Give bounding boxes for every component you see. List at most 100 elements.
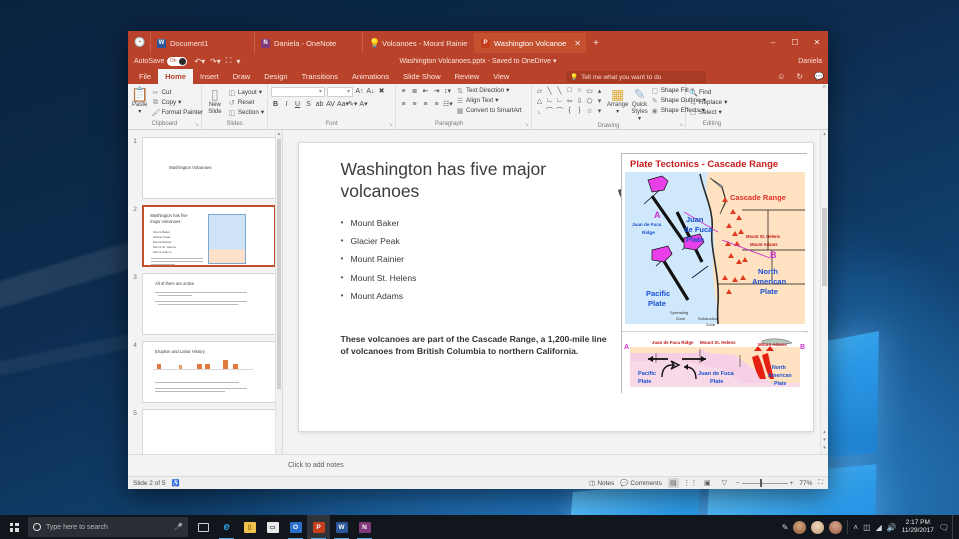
- list-item[interactable]: Mount St. Helens: [341, 274, 611, 283]
- shadow-icon[interactable]: S: [304, 100, 313, 110]
- taskbar-app-onenote[interactable]: N: [353, 515, 376, 539]
- thumbnail-slide-3[interactable]: 3 All of them are active: [128, 270, 282, 338]
- avatar[interactable]: [829, 521, 842, 534]
- underline-icon[interactable]: U: [293, 100, 302, 110]
- bold-icon[interactable]: B: [271, 100, 280, 110]
- action-center-icon[interactable]: 🗨: [939, 523, 949, 532]
- ribbon-tab-file[interactable]: File: [132, 69, 158, 84]
- shape-icon[interactable]: ╲: [557, 87, 561, 95]
- cut-button[interactable]: ✂ Cut: [151, 88, 203, 97]
- fit-slide-icon[interactable]: ⛶: [818, 479, 823, 487]
- columns-icon[interactable]: ☷▾: [443, 100, 452, 110]
- shape-icon[interactable]: ∟: [546, 97, 553, 104]
- zoom-track[interactable]: [742, 483, 788, 484]
- align-text-button[interactable]: ☰ Align Text ▾: [456, 96, 522, 105]
- list-item[interactable]: Glacier Peak: [341, 237, 611, 246]
- notes-pane[interactable]: Click to add notes: [128, 454, 828, 476]
- font-size-combobox[interactable]: ▾: [327, 87, 353, 97]
- taskbar-app-file-explorer[interactable]: ▯: [238, 515, 261, 539]
- text-highlight-icon[interactable]: ✎▾: [348, 100, 357, 110]
- scrollbar-thumb[interactable]: [822, 208, 827, 286]
- thumbnail-scrollbar[interactable]: ▴: [275, 130, 282, 454]
- slide-indicator[interactable]: Slide 2 of 5: [133, 480, 166, 487]
- thumbnail-preview[interactable]: All of them are active: [142, 273, 276, 335]
- qat-more-icon[interactable]: ▾: [236, 57, 240, 66]
- ribbon-tab-review[interactable]: Review: [448, 69, 487, 84]
- zoom-level[interactable]: 77%: [799, 480, 812, 487]
- maximize-button[interactable]: ☐: [784, 31, 806, 53]
- scroll-up-icon[interactable]: ▴: [276, 130, 282, 138]
- notes-toggle-button[interactable]: ◫ Notes: [589, 479, 614, 487]
- paste-button[interactable]: 📋 Paste ▾: [131, 86, 148, 115]
- scrollbar-thumb[interactable]: [277, 139, 281, 389]
- scroll-down-icon[interactable]: ▾: [821, 444, 828, 452]
- chevron-up-icon[interactable]: ˄: [853, 523, 858, 532]
- shape-icon[interactable]: △: [537, 97, 542, 105]
- shape-icon[interactable]: ⇩: [577, 97, 583, 105]
- start-presentation-icon[interactable]: ⛶: [226, 56, 232, 66]
- slide-bullet-list[interactable]: Mount Baker Glacier Peak Mount Rainier M…: [341, 219, 611, 310]
- section-caret[interactable]: ▾: [261, 109, 264, 116]
- select-button[interactable]: ☐ Select ▾: [689, 108, 727, 117]
- shape-icon[interactable]: ⌒: [556, 106, 563, 116]
- align-center-icon[interactable]: ≡: [410, 100, 419, 110]
- shape-icon[interactable]: }: [578, 107, 580, 114]
- previous-slide-icon[interactable]: ▴: [821, 428, 828, 436]
- format-painter-button[interactable]: 🖌 Format Painter: [151, 108, 203, 117]
- list-item[interactable]: Mount Adams: [341, 292, 611, 301]
- zoom-knob[interactable]: [760, 479, 762, 487]
- redo-icon[interactable]: ↷▾: [210, 57, 221, 66]
- slide-title-placeholder[interactable]: Washington has five major volcanoes: [341, 159, 611, 202]
- ribbon-tab-transitions[interactable]: Transitions: [295, 69, 345, 84]
- zoom-in-button[interactable]: +: [790, 480, 794, 487]
- microphone-icon[interactable]: 🎤: [174, 523, 183, 531]
- zoom-out-button[interactable]: −: [736, 480, 740, 487]
- shapes-scroll-up-icon[interactable]: ▴: [598, 87, 602, 95]
- shapes-scroll-down-icon[interactable]: ▾: [598, 97, 602, 105]
- search-input[interactable]: Type here to search 🎤: [28, 517, 188, 537]
- task-view-icon[interactable]: [192, 515, 215, 539]
- title-dropdown-icon[interactable]: ▾: [553, 58, 557, 65]
- decrease-indent-icon[interactable]: ⇤: [421, 87, 430, 97]
- change-case-icon[interactable]: Aa▾: [337, 100, 346, 110]
- tab-document1[interactable]: W Document1: [150, 33, 254, 53]
- find-button[interactable]: 🔍 Find: [689, 88, 727, 97]
- new-slide-button[interactable]: ▯ New Slide: [205, 86, 225, 115]
- quick-styles-button[interactable]: ✎ Quick Styles ▾: [631, 86, 647, 122]
- tab-volcanoes-mount-rainier[interactable]: 💡 Volcanoes - Mount Rainie: [362, 33, 474, 53]
- thumbnail-preview[interactable]: Washington Volcanoes: [142, 137, 276, 199]
- grow-font-icon[interactable]: A↑: [355, 87, 364, 97]
- wifi-icon[interactable]: ◢: [876, 523, 882, 532]
- strikethrough-icon[interactable]: ab: [315, 100, 324, 110]
- thumbnail-preview[interactable]: Eruption and Lahar History: [142, 341, 276, 403]
- autosave-toggle[interactable]: On: [167, 57, 187, 66]
- close-button[interactable]: ✕: [806, 31, 828, 53]
- reset-button[interactable]: ↺ Reset: [228, 98, 264, 107]
- plate-tectonics-figure[interactable]: Plate Tectonics - Cascade Range Cascade …: [621, 153, 807, 393]
- font-name-combobox[interactable]: ▾: [271, 87, 325, 97]
- align-right-icon[interactable]: ≡: [421, 100, 430, 110]
- ribbon-tab-view[interactable]: View: [486, 69, 516, 84]
- select-caret[interactable]: ▾: [719, 109, 722, 116]
- shapes-gallery[interactable]: ▱ ╲ ╲ □ ○ ▭ ▴ △ ∟ ∟ ⇦ ⇩ ⬠ ▾ ◟ ⌒ ⌒: [535, 86, 604, 115]
- thumbnail-slide-4[interactable]: 4 Eruption and Lahar History: [128, 338, 282, 406]
- thumbnail-preview[interactable]: Washington has five major volcanoes Moun…: [142, 205, 276, 267]
- shrink-font-icon[interactable]: A↓: [366, 87, 375, 97]
- tab-onenote[interactable]: N Daniela - OneNote: [254, 33, 362, 53]
- shape-icon[interactable]: ▱: [537, 87, 542, 95]
- user-name[interactable]: Daniela: [798, 58, 822, 65]
- slide-show-view-button[interactable]: ▽: [719, 478, 730, 488]
- collapse-ribbon-icon[interactable]: ˄: [822, 85, 826, 91]
- ribbon-tab-animations[interactable]: Animations: [345, 69, 396, 84]
- clock[interactable]: 2:17 PM 11/29/2017: [902, 519, 934, 535]
- slide-editing-surface[interactable]: Washington has five major volcanoes Moun…: [298, 142, 814, 432]
- comments-toggle-button[interactable]: 💬 Comments: [620, 479, 662, 487]
- battery-icon[interactable]: ◫: [863, 523, 871, 532]
- quick-styles-caret[interactable]: ▾: [638, 115, 641, 122]
- line-spacing-icon[interactable]: ↕▾: [443, 87, 452, 97]
- ribbon-tab-insert[interactable]: Insert: [193, 69, 226, 84]
- slide-body-text[interactable]: These volcanoes are part of the Cascade …: [341, 333, 613, 358]
- reading-view-button[interactable]: ▣: [702, 478, 713, 488]
- ribbon-tab-design[interactable]: Design: [257, 69, 294, 84]
- taskbar-app-outlook[interactable]: O: [284, 515, 307, 539]
